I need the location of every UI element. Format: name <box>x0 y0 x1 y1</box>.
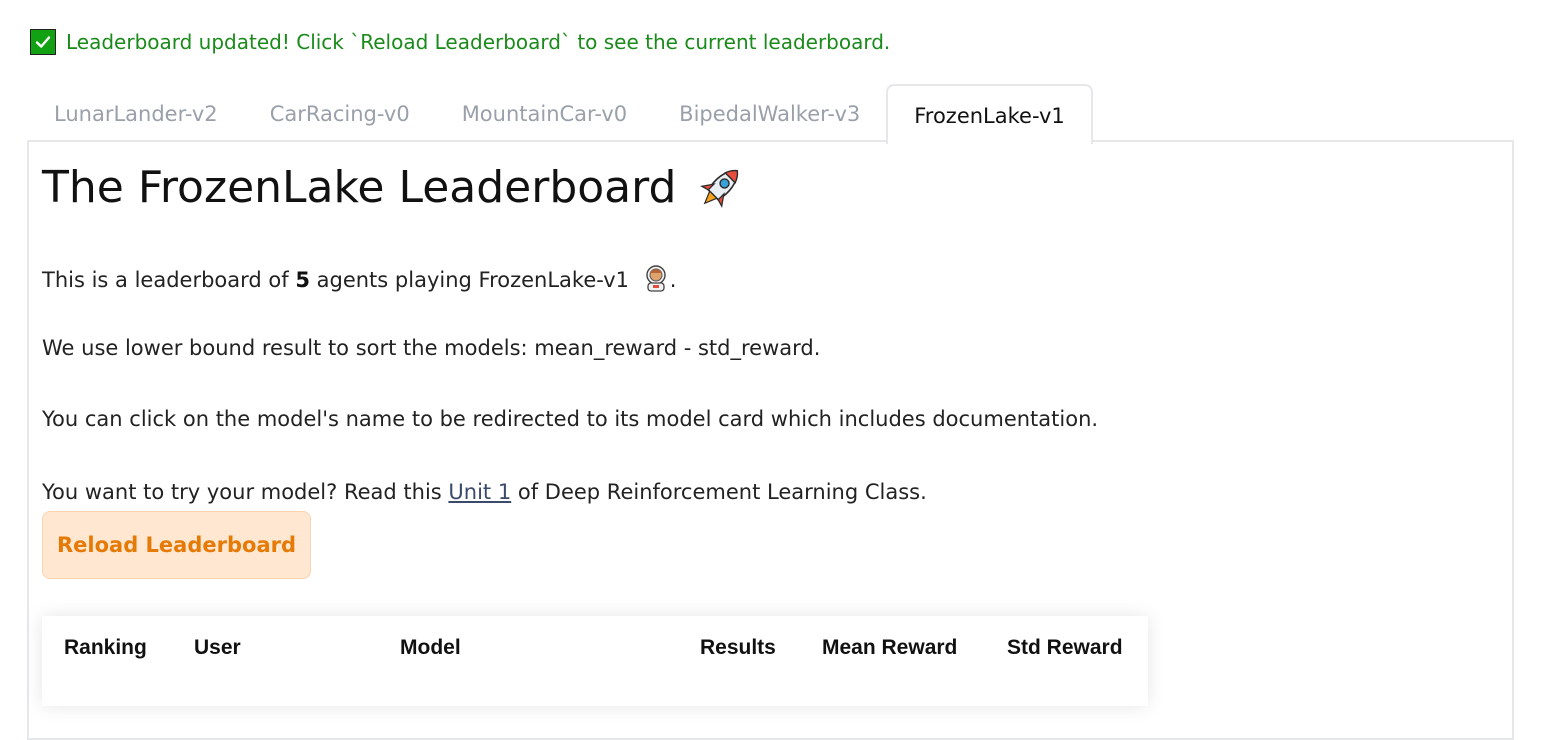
tab-carracing[interactable]: CarRacing-v0 <box>244 84 436 142</box>
click-paragraph: You can click on the model's name to be … <box>42 407 1099 431</box>
try-suffix: of Deep Reinforcement Learning Class. <box>511 480 927 504</box>
rocket-icon <box>694 160 748 214</box>
intro-paragraph: This is a leaderboard of 5 agents playin… <box>42 264 676 292</box>
tab-mountaincar[interactable]: MountainCar-v0 <box>436 84 653 142</box>
intro-end: . <box>669 268 677 292</box>
try-paragraph: You want to try your model? Read this Un… <box>42 480 927 504</box>
astronaut-icon <box>642 264 670 292</box>
leaderboard-table: Ranking User Model Results Mean Reward S… <box>42 616 1148 706</box>
header-model[interactable]: Model <box>400 636 461 660</box>
page-title-text: The FrozenLake Leaderboard <box>42 161 677 213</box>
tab-lunarlander[interactable]: LunarLander-v2 <box>28 84 244 142</box>
header-results[interactable]: Results <box>700 636 776 660</box>
status-message: Leaderboard updated! Click `Reload Leade… <box>30 28 890 56</box>
intro-prefix: This is a leaderboard of <box>42 268 296 292</box>
tab-bar: LunarLander-v2 CarRacing-v0 MountainCar-… <box>28 82 1093 144</box>
header-std-reward[interactable]: Std Reward <box>1007 636 1123 660</box>
page-title: The FrozenLake Leaderboard <box>42 160 748 214</box>
sort-paragraph: We use lower bound result to sort the mo… <box>42 336 821 360</box>
reload-leaderboard-button[interactable]: Reload Leaderboard <box>42 511 311 579</box>
status-text: Leaderboard updated! Click `Reload Leade… <box>66 30 891 54</box>
tab-bipedalwalker[interactable]: BipedalWalker-v3 <box>653 84 886 142</box>
header-ranking[interactable]: Ranking <box>64 636 147 660</box>
header-user[interactable]: User <box>194 636 241 660</box>
header-mean-reward[interactable]: Mean Reward <box>822 636 957 660</box>
try-prefix: You want to try your model? Read this <box>42 480 449 504</box>
intro-suffix: agents playing FrozenLake-v1 <box>309 268 630 292</box>
tab-frozenlake[interactable]: FrozenLake-v1 <box>886 84 1093 144</box>
agent-count: 5 <box>295 268 310 292</box>
check-mark-icon <box>30 29 56 55</box>
unit-1-link[interactable]: Unit 1 <box>448 480 511 504</box>
